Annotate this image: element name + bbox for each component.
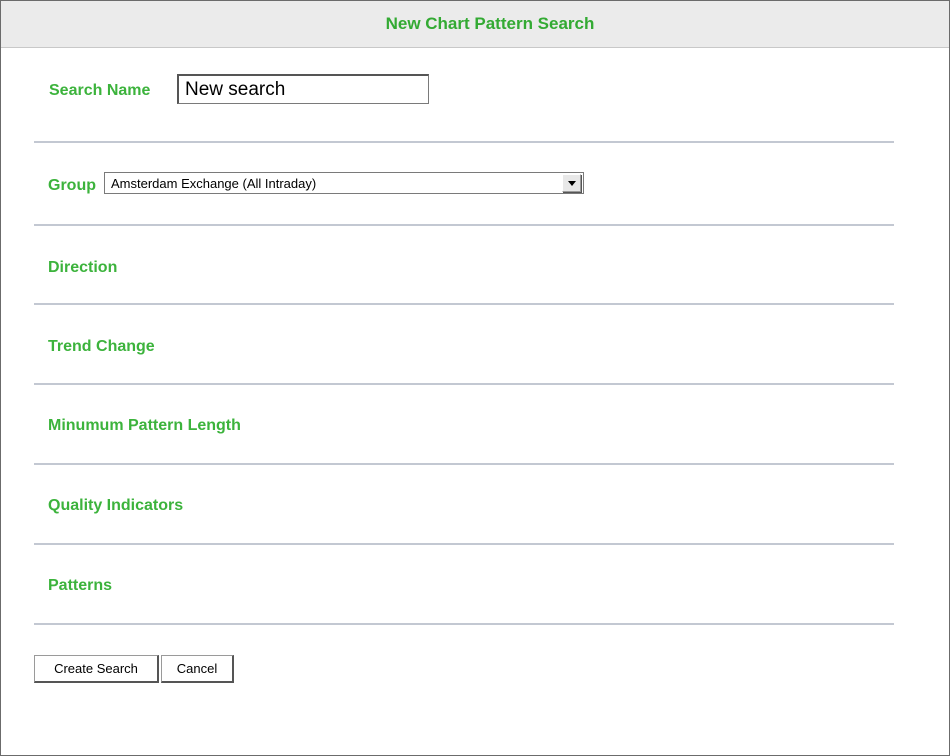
section-patterns[interactable]: Patterns	[48, 577, 112, 595]
search-name-label: Search Name	[49, 82, 151, 99]
group-label: Group	[48, 177, 96, 194]
divider	[34, 303, 894, 305]
title-bar: New Chart Pattern Search	[1, 1, 949, 48]
group-select-value: Amsterdam Exchange (All Intraday)	[111, 175, 317, 191]
section-trend-change[interactable]: Trend Change	[48, 338, 155, 356]
section-direction[interactable]: Direction	[48, 259, 117, 277]
divider	[34, 141, 894, 143]
search-name-input[interactable]	[177, 74, 429, 104]
window-title: New Chart Pattern Search	[385, 14, 595, 33]
section-quality-indicators[interactable]: Quality Indicators	[48, 497, 183, 515]
cancel-button[interactable]: Cancel	[161, 655, 234, 683]
divider	[34, 463, 894, 465]
chart-pattern-search-window: New Chart Pattern Search Search Name Gro…	[0, 0, 950, 756]
section-min-pattern-length[interactable]: Minumum Pattern Length	[48, 417, 241, 435]
divider	[34, 623, 894, 625]
divider	[34, 383, 894, 385]
chevron-down-icon[interactable]	[562, 174, 581, 192]
group-select[interactable]: Amsterdam Exchange (All Intraday)	[104, 172, 584, 194]
divider	[34, 543, 894, 545]
create-search-button[interactable]: Create Search	[34, 655, 159, 683]
divider	[34, 224, 894, 226]
